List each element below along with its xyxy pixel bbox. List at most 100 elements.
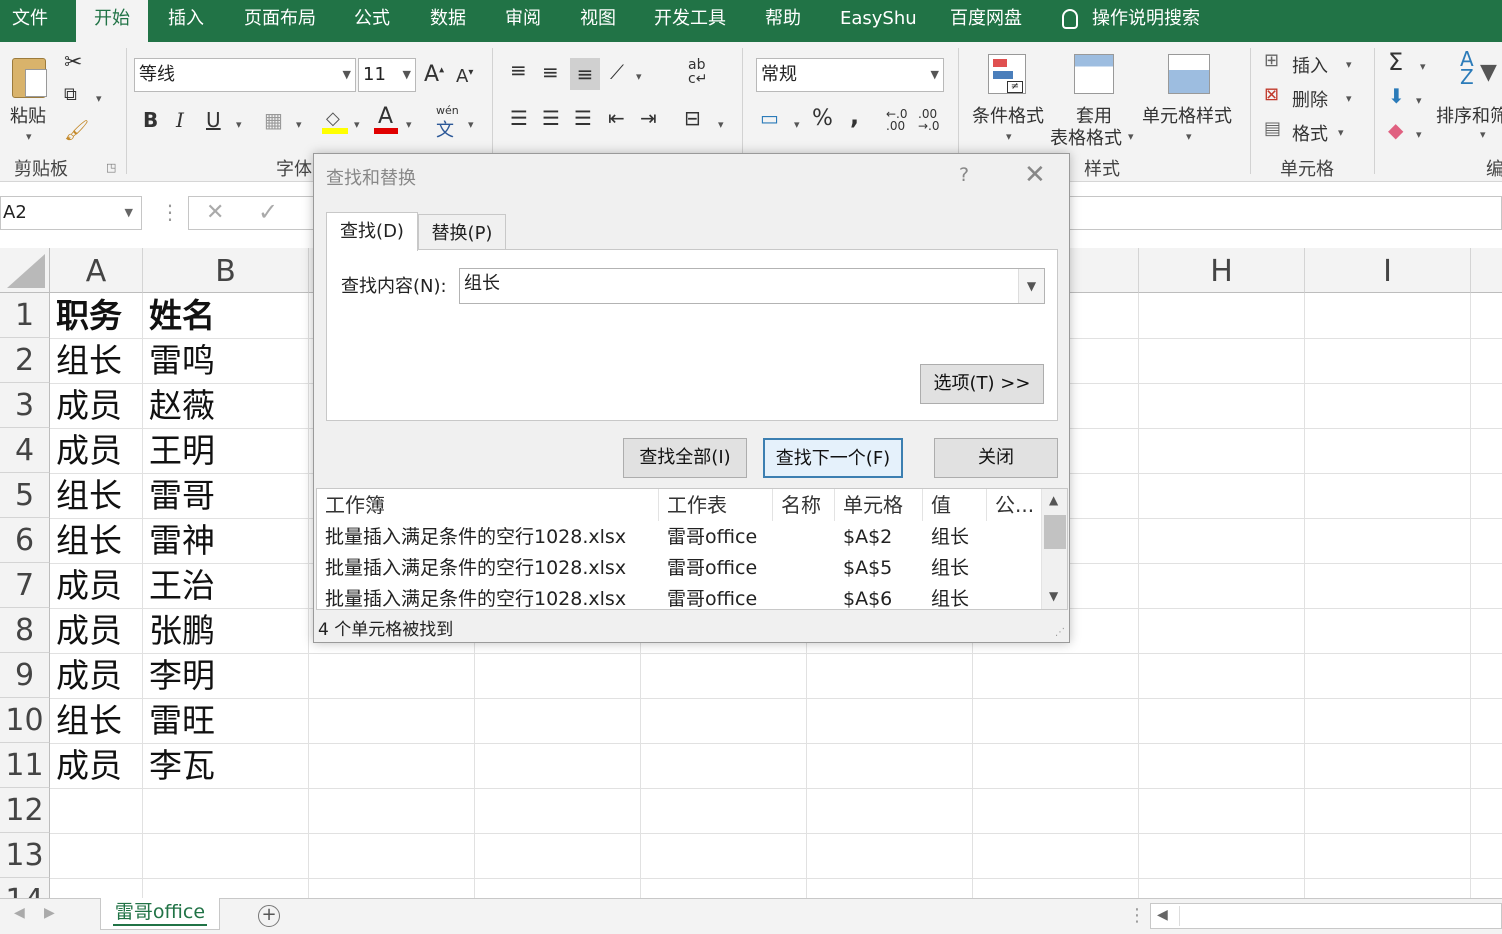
row-header[interactable]: 8	[0, 608, 50, 653]
row-header[interactable]: 4	[0, 428, 50, 473]
chevron-up-icon[interactable]: ▲	[1049, 493, 1058, 507]
autosum-icon[interactable]: Σ	[1388, 50, 1403, 74]
cell-b1[interactable]: 姓名	[143, 293, 215, 338]
chevron-down-icon[interactable]: ▾	[1420, 60, 1426, 73]
merge-center-icon[interactable]: ⊟	[684, 108, 701, 128]
sort-filter-label[interactable]: 排序和筛	[1436, 102, 1502, 128]
row-header[interactable]: 10	[0, 698, 50, 743]
add-sheet-icon[interactable]: +	[258, 905, 280, 927]
underline-icon[interactable]: U	[206, 110, 221, 130]
tab-find[interactable]: 查找(D)	[326, 212, 418, 251]
copy-icon[interactable]: ⧉	[64, 86, 77, 104]
cell-b2[interactable]: 雷鸣	[143, 338, 215, 383]
tab-file[interactable]: 文件	[12, 0, 48, 42]
copy-dropdown-icon[interactable]: ▾	[96, 92, 102, 105]
chevron-down-icon[interactable]: ▼	[1018, 269, 1044, 303]
tab-insert[interactable]: 插入	[168, 0, 204, 42]
cell-a2[interactable]: 组长	[50, 338, 122, 383]
row-header[interactable]: 7	[0, 563, 50, 608]
cell-a11[interactable]: 成员	[50, 743, 122, 788]
bold-icon[interactable]: B	[143, 110, 158, 130]
tab-baidu-netdisk[interactable]: 百度网盘	[950, 0, 1022, 42]
splitter-handle[interactable]: ⋮	[1128, 905, 1146, 926]
decrease-font-icon[interactable]: A▾	[456, 68, 473, 86]
scrollbar-thumb[interactable]	[1044, 515, 1066, 549]
column-header-i[interactable]: I	[1305, 248, 1471, 293]
results-header-sheet[interactable]: 工作表	[659, 489, 773, 521]
cell-b6[interactable]: 雷神	[143, 518, 215, 563]
decrease-indent-icon[interactable]: ⇤	[608, 108, 625, 128]
cell-b9[interactable]: 李明	[143, 653, 215, 698]
results-list[interactable]: 工作簿 工作表 名称 单元格 值 公... 批量插入满足条件的空行1028.xl…	[316, 488, 1068, 610]
font-name-box[interactable]: 等线 ▼	[134, 58, 356, 92]
tab-page-layout[interactable]: 页面布局	[244, 0, 316, 42]
filter-funnel-icon[interactable]: ▼	[1480, 62, 1497, 84]
cell-a5[interactable]: 组长	[50, 473, 122, 518]
cell-b11[interactable]: 李瓦	[143, 743, 215, 788]
cell-styles-button[interactable]: 单元格样式 ▾	[1142, 50, 1238, 150]
find-next-button[interactable]: 查找下一个(F)	[763, 438, 903, 478]
border-icon[interactable]: ▦	[264, 110, 283, 130]
cell-b7[interactable]: 王治	[143, 563, 215, 608]
chevron-down-icon[interactable]: ▾	[354, 118, 360, 131]
name-box[interactable]: A2 ▼	[0, 196, 142, 230]
cell-a6[interactable]: 组长	[50, 518, 122, 563]
row-header[interactable]: 9	[0, 653, 50, 698]
orientation-icon[interactable]: ⟋	[610, 62, 624, 82]
tab-replace[interactable]: 替换(P)	[418, 214, 506, 250]
cell-a1[interactable]: 职务	[50, 293, 122, 338]
percent-icon[interactable]: %	[812, 108, 833, 130]
results-header-formula[interactable]: 公...	[987, 489, 1043, 521]
sort-filter-icon[interactable]: AZ	[1460, 49, 1474, 87]
chevron-down-icon[interactable]: ▾	[636, 70, 642, 83]
fill-color-icon[interactable]: ◇	[322, 106, 350, 134]
row-header[interactable]: 11	[0, 743, 50, 788]
phonetic-icon[interactable]: wén 文	[434, 104, 464, 141]
cell-a8[interactable]: 成员	[50, 608, 122, 653]
delete-cells-button[interactable]: ⊠ 删除 ▾	[1264, 84, 1354, 112]
cell-b8[interactable]: 张鹏	[143, 608, 215, 653]
tab-easyshu[interactable]: EasyShu	[840, 0, 917, 42]
tab-home[interactable]: 开始	[76, 0, 148, 42]
format-cells-button[interactable]: ▤ 格式 ▾	[1264, 118, 1354, 146]
align-center-icon[interactable]: ☰	[542, 108, 560, 128]
cancel-icon[interactable]: ✕	[206, 200, 224, 225]
cell-b5[interactable]: 雷哥	[143, 473, 215, 518]
tab-formulas[interactable]: 公式	[354, 0, 390, 42]
conditional-format-button[interactable]: ≠ 条件格式 ▾	[966, 50, 1050, 150]
format-as-table-button[interactable]: 套用 表格格式 ▾	[1050, 50, 1140, 150]
cell-a3[interactable]: 成员	[50, 383, 122, 428]
clear-icon[interactable]: ◆	[1388, 120, 1403, 140]
chevron-down-icon[interactable]: ▾	[236, 118, 242, 131]
find-what-input[interactable]: 组长 ▼	[459, 268, 1045, 304]
row-header[interactable]: 14	[0, 878, 50, 898]
close-icon[interactable]: ✕	[1024, 160, 1046, 190]
increase-decimal-icon[interactable]: ←.0.00	[886, 108, 908, 132]
results-scrollbar[interactable]: ▲ ▼	[1041, 489, 1067, 609]
scroll-left-icon[interactable]: ◀	[1157, 907, 1168, 923]
options-button[interactable]: 选项(T) >>	[920, 364, 1044, 404]
chevron-down-icon[interactable]: ▼	[1049, 589, 1058, 603]
enter-icon[interactable]: ✓	[258, 198, 278, 226]
results-header-value[interactable]: 值	[923, 489, 987, 521]
column-header-h[interactable]: H	[1139, 248, 1305, 293]
bottom-align-icon[interactable]: ≡	[570, 58, 600, 90]
row-header[interactable]: 5	[0, 473, 50, 518]
fill-down-icon[interactable]: ⬇	[1388, 86, 1405, 106]
column-header-a[interactable]: A	[50, 248, 143, 293]
splitter-handle[interactable]: ⋮	[160, 200, 180, 224]
column-header-b[interactable]: B	[143, 248, 309, 293]
select-all-corner[interactable]	[0, 248, 50, 293]
resize-grip-icon[interactable]: ⋰	[1055, 627, 1065, 638]
cell-a7[interactable]: 成员	[50, 563, 122, 608]
row-header[interactable]: 1	[0, 293, 50, 338]
format-painter-icon[interactable]: 🖌	[64, 120, 89, 140]
tell-me-search[interactable]: 操作说明搜索	[1062, 0, 1200, 42]
dialog-launcher-icon[interactable]: ◳	[106, 162, 116, 173]
cell-a10[interactable]: 组长	[50, 698, 122, 743]
cut-icon[interactable]: ✂	[64, 52, 82, 74]
paste-button[interactable]: 粘贴 ▾	[6, 52, 56, 143]
chevron-down-icon[interactable]: ▾	[1416, 94, 1422, 107]
align-left-icon[interactable]: ☰	[510, 108, 528, 128]
tab-help[interactable]: 帮助	[765, 0, 801, 42]
